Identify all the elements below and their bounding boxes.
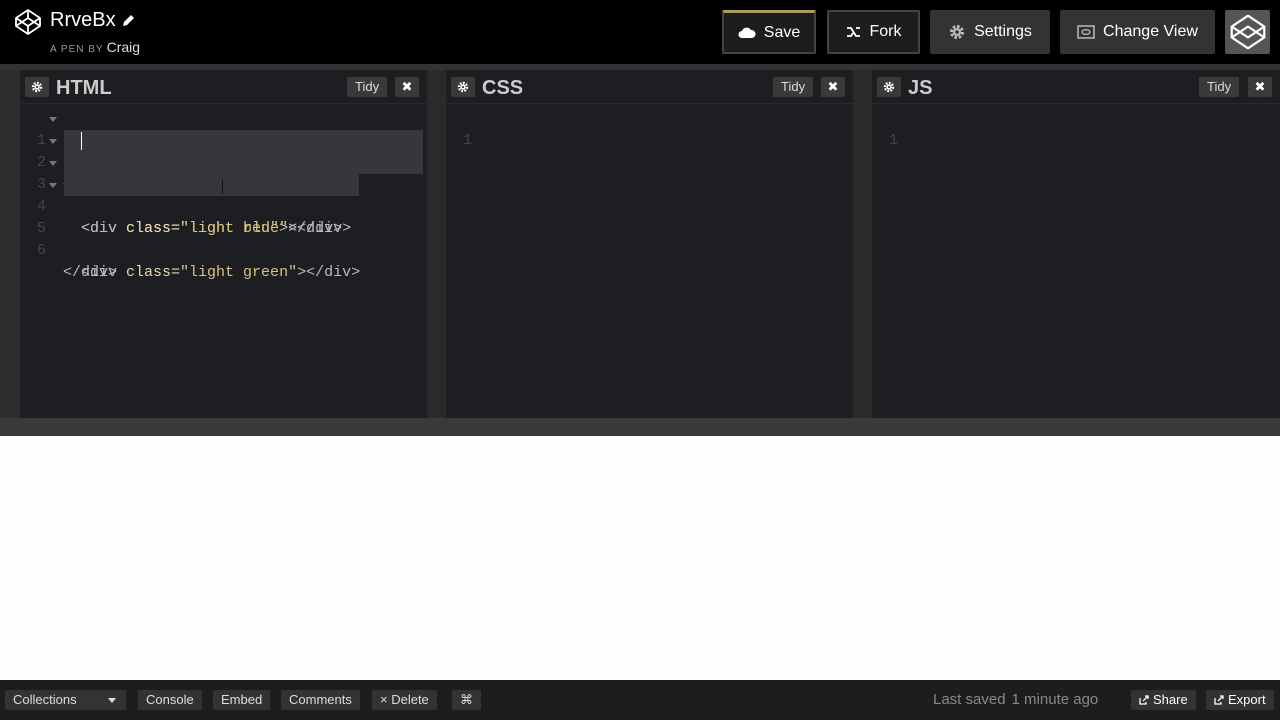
- css-settings-button[interactable]: [451, 77, 475, 97]
- fold-arrow-icon[interactable]: [49, 117, 57, 122]
- fold-arrow-icon[interactable]: [49, 161, 57, 166]
- avatar-logo-icon: [1230, 14, 1265, 50]
- code-line: 1: [462, 132, 472, 149]
- chevron-down-icon: [108, 698, 116, 703]
- pen-author-line: A PEN BY Craig: [50, 39, 140, 55]
- js-tidy-button[interactable]: Tidy: [1199, 77, 1240, 97]
- css-pane-title: CSS: [482, 77, 524, 99]
- css-code-area[interactable]: 1: [446, 108, 853, 149]
- cloud-icon: [738, 27, 756, 38]
- text-cursor: [81, 132, 82, 150]
- html-code-area[interactable]: 1 <div class="container"> 2 <div class="…: [20, 108, 427, 281]
- fold-arrow-icon[interactable]: [49, 139, 57, 144]
- gear-icon: [31, 81, 43, 93]
- last-saved-status: Last saved 1 minute ago: [933, 690, 1098, 710]
- left-pane-resizer[interactable]: [0, 70, 20, 418]
- save-label: Save: [763, 23, 801, 41]
- top-header: RrveBx A PEN BY Craig Save Fork Settings …: [0, 0, 1280, 64]
- html-editor-pane: HTML Tidy ✖ 1 <div class="container"> 2 …: [20, 70, 427, 418]
- share-icon: [1139, 695, 1149, 705]
- change-view-button[interactable]: Change View: [1060, 10, 1215, 54]
- collections-dropdown[interactable]: Collections: [5, 690, 126, 710]
- html-close-button[interactable]: ✖: [395, 77, 419, 97]
- pen-title[interactable]: RrveBx: [50, 9, 116, 32]
- editors-area: HTML Tidy ✖ 1 <div class="container"> 2 …: [0, 70, 1280, 418]
- export-button[interactable]: Export: [1206, 690, 1274, 710]
- footer-bar: Collections Console Embed Comments × Del…: [0, 680, 1280, 720]
- change-view-label: Change View: [1103, 23, 1198, 40]
- fork-icon: [846, 27, 860, 37]
- pane-resizer[interactable]: [427, 70, 446, 418]
- preview-frame[interactable]: [0, 436, 1280, 680]
- codepen-logo-icon[interactable]: [14, 8, 42, 36]
- keyboard-shortcuts-button[interactable]: ⌘: [452, 690, 481, 710]
- collections-label: Collections: [13, 692, 77, 707]
- html-pane-title: HTML: [56, 77, 112, 99]
- gear-icon: [883, 81, 895, 93]
- css-pane-header: CSS Tidy ✖: [446, 70, 853, 104]
- author-link[interactable]: Craig: [107, 39, 140, 55]
- pane-resizer[interactable]: [853, 70, 872, 418]
- share-button[interactable]: Share: [1131, 690, 1196, 710]
- js-code-area[interactable]: 1: [872, 108, 1280, 149]
- saved-label: Last saved: [933, 691, 1006, 708]
- js-settings-button[interactable]: [877, 77, 901, 97]
- view-icon: [1077, 25, 1095, 39]
- pencil-edit-icon[interactable]: [120, 13, 136, 29]
- fork-label: Fork: [869, 23, 902, 40]
- code-line: 1 <div class="container">: [20, 108, 427, 193]
- pen-by-label: A PEN BY: [50, 44, 104, 55]
- fork-button[interactable]: Fork: [827, 10, 920, 54]
- gear-icon: [457, 81, 469, 93]
- embed-button[interactable]: Embed: [213, 690, 271, 710]
- preview-resizer[interactable]: [0, 418, 1280, 436]
- code-line: 1: [888, 132, 898, 149]
- gear-icon: [950, 25, 965, 39]
- code-line: 4 <div class="light green"></div>: [20, 174, 427, 281]
- html-tidy-button[interactable]: Tidy: [347, 77, 388, 97]
- css-tidy-button[interactable]: Tidy: [773, 77, 814, 97]
- code-line: 5: [36, 220, 46, 237]
- fold-arrow-icon[interactable]: [49, 183, 57, 188]
- comments-button[interactable]: Comments: [281, 690, 360, 710]
- html-pane-header: HTML Tidy ✖: [20, 70, 427, 104]
- css-close-button[interactable]: ✖: [821, 77, 845, 97]
- js-editor-pane: JS Tidy ✖ 1: [872, 70, 1280, 418]
- console-button[interactable]: Console: [138, 690, 202, 710]
- code-line: 3 <div class="light blue"></div>: [20, 152, 427, 237]
- code-line: 2 <div class="light red"></div>: [20, 130, 427, 237]
- delete-button[interactable]: × Delete: [372, 690, 437, 710]
- settings-label: Settings: [974, 23, 1032, 40]
- js-pane-header: JS Tidy ✖: [872, 70, 1280, 104]
- js-pane-title: JS: [908, 77, 933, 99]
- saved-time: 1 minute ago: [1011, 691, 1099, 708]
- ibeam-cursor-icon: [222, 180, 223, 194]
- save-button[interactable]: Save: [722, 10, 816, 54]
- user-avatar[interactable]: [1225, 10, 1270, 54]
- settings-button[interactable]: Settings: [930, 10, 1050, 54]
- html-settings-button[interactable]: [25, 77, 49, 97]
- export-icon: [1214, 695, 1224, 705]
- code-line: 6 </div>: [36, 242, 118, 281]
- css-editor-pane: CSS Tidy ✖ 1: [446, 70, 853, 418]
- js-close-button[interactable]: ✖: [1248, 77, 1272, 97]
